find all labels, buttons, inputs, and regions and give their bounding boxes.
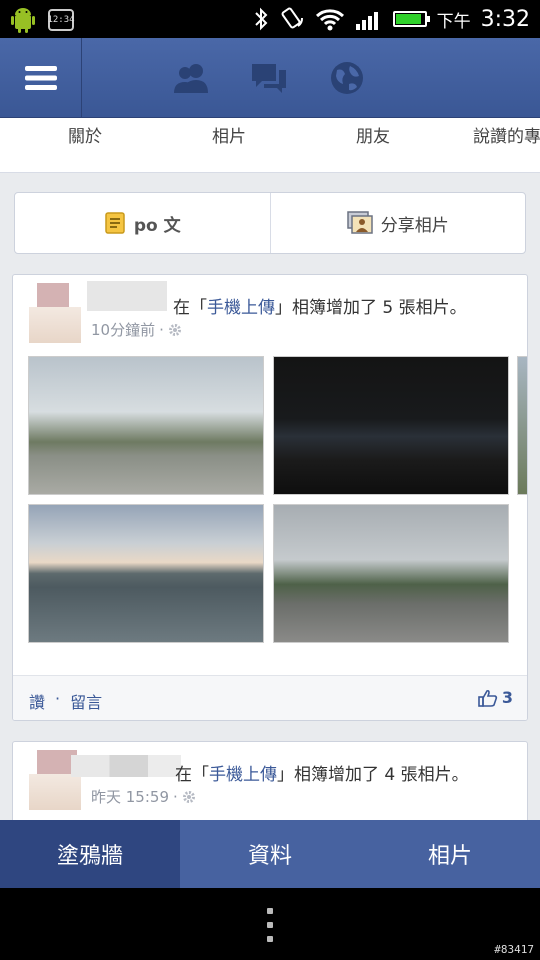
author-name-blurred[interactable] bbox=[87, 281, 167, 311]
overflow-menu-icon[interactable] bbox=[264, 908, 276, 942]
status-ampm: 下午 bbox=[436, 11, 471, 32]
nav-wall[interactable]: 塗鴉牆 bbox=[0, 820, 180, 888]
post-meta: 10分鐘前 · bbox=[91, 319, 182, 340]
friend-requests-icon bbox=[174, 64, 208, 93]
tab-likes[interactable]: 說讚的專 bbox=[473, 122, 540, 147]
photo-parking-lot[interactable] bbox=[28, 356, 264, 495]
photo-night-city[interactable] bbox=[273, 356, 509, 495]
status-bar: 12:34 下午 3:32 bbox=[0, 0, 540, 38]
composer: po 文 分享相片 bbox=[14, 192, 526, 254]
feed-post: 在「手機上傳」相簿增加了 5 張相片。 10分鐘前 · 讚 · 留言 3 bbox=[12, 274, 528, 721]
notifications-globe-icon bbox=[331, 62, 363, 94]
app-header bbox=[0, 38, 540, 118]
post-timestamp[interactable]: 昨天 15:59 bbox=[91, 786, 169, 807]
nav-photos[interactable]: 相片 bbox=[360, 820, 540, 888]
bluetooth-icon bbox=[254, 7, 268, 31]
friend-requests-button[interactable] bbox=[172, 60, 210, 96]
post-meta: 昨天 15:59 · bbox=[91, 786, 196, 807]
android-debug-icon bbox=[11, 8, 35, 33]
clock-widget-icon: 12:34 bbox=[47, 9, 75, 31]
author-name-blurred[interactable] bbox=[71, 755, 181, 777]
menu-button[interactable] bbox=[0, 38, 82, 118]
notifications-button[interactable] bbox=[328, 60, 366, 96]
photo-partial[interactable] bbox=[517, 356, 527, 495]
rotate-icon bbox=[281, 7, 303, 29]
menu-icon bbox=[24, 66, 57, 90]
like-count[interactable]: 3 bbox=[478, 688, 513, 707]
tab-photos[interactable]: 相片 bbox=[212, 122, 246, 147]
status-time: 3:32 bbox=[480, 6, 530, 32]
photo-parking-trees[interactable] bbox=[273, 504, 509, 643]
post-button[interactable]: po 文 bbox=[15, 193, 270, 253]
bottom-nav: 塗鴉牆 資料 相片 bbox=[0, 820, 540, 888]
profile-tabs: 關於 相片 朋友 說讚的專 bbox=[0, 118, 540, 173]
album-link[interactable]: 手機上傳 bbox=[207, 298, 275, 318]
note-icon bbox=[105, 212, 125, 234]
wifi-icon bbox=[315, 9, 344, 31]
news-feed[interactable]: po 文 分享相片 在「手機上傳」相簿增加了 5 張相片。 10分鐘前 · 讚 … bbox=[0, 173, 540, 820]
comment-button[interactable]: 留言 bbox=[70, 689, 102, 713]
share-photo-button[interactable]: 分享相片 bbox=[269, 193, 526, 253]
tab-about[interactable]: 關於 bbox=[68, 122, 102, 147]
battery-icon bbox=[392, 11, 430, 27]
avatar[interactable] bbox=[29, 283, 81, 343]
watermark: #83417 bbox=[494, 943, 534, 956]
nav-info[interactable]: 資料 bbox=[180, 820, 360, 888]
post-timestamp[interactable]: 10分鐘前 bbox=[91, 319, 155, 340]
photo-river-boat[interactable] bbox=[28, 504, 264, 643]
post-button-label: po 文 bbox=[133, 215, 181, 236]
thumbs-up-icon bbox=[478, 689, 497, 707]
album-link[interactable]: 手機上傳 bbox=[209, 765, 277, 785]
photo-icon bbox=[347, 211, 373, 234]
gear-icon[interactable] bbox=[168, 323, 182, 337]
signal-icon bbox=[355, 12, 378, 30]
messages-button[interactable] bbox=[250, 60, 288, 96]
system-nav-bar: #83417 bbox=[0, 888, 540, 960]
feed-post: 在「手機上傳」相簿增加了 4 張相片。 昨天 15:59 · bbox=[12, 741, 528, 820]
messages-icon bbox=[252, 64, 286, 93]
gear-icon[interactable] bbox=[182, 790, 196, 804]
share-photo-label: 分享相片 bbox=[380, 215, 449, 236]
post-title: 在「手機上傳」相簿增加了 5 張相片。 bbox=[173, 298, 467, 318]
like-button[interactable]: 讚 bbox=[29, 689, 45, 713]
post-title: 在「手機上傳」相簿增加了 4 張相片。 bbox=[175, 765, 469, 785]
post-footer: 讚 · 留言 3 bbox=[13, 675, 527, 720]
tab-friends[interactable]: 朋友 bbox=[356, 122, 390, 147]
